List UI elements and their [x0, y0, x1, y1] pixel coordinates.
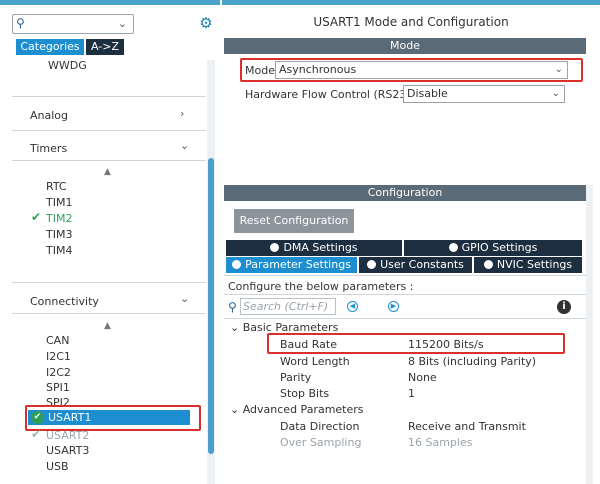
tab-a-to-z[interactable]: A->Z [86, 39, 124, 55]
search-previous-icon[interactable]: ◀ [347, 301, 358, 312]
tree-item-wwdg[interactable]: WWDG [48, 59, 87, 73]
tree-item-usb[interactable]: USB [46, 460, 69, 474]
param-name-data-direction: Data Direction [280, 420, 360, 433]
chevron-down-icon[interactable]: ⌄ [118, 17, 127, 30]
hw-flow-label: Hardware Flow Control (RS232) [245, 88, 418, 101]
tab-gpio-settings[interactable]: GPIO Settings [404, 240, 582, 256]
tree-item-can[interactable]: CAN [46, 334, 69, 348]
check-icon: ✔ [31, 427, 42, 441]
highlight-box-mode [240, 58, 583, 82]
param-value-over-sampling[interactable]: 16 Samples [408, 436, 472, 449]
status-dot-icon [270, 243, 280, 252]
param-value-parity[interactable]: None [408, 371, 437, 384]
tree-item-usart2[interactable]: USART2 [46, 429, 89, 443]
tab-categories[interactable]: Categories [16, 39, 84, 55]
highlight-box-baud-rate [267, 333, 565, 354]
tab-label: NVIC Settings [496, 258, 573, 271]
chevron-down-icon[interactable]: ⌄ [180, 139, 189, 152]
search-combobox[interactable]: ⚲ ⌄ [12, 14, 134, 34]
sort-icon[interactable]: ▲ [104, 167, 111, 177]
param-name-stop-bits: Stop Bits [280, 387, 330, 400]
status-dot-icon [232, 260, 242, 269]
divider [12, 282, 206, 283]
tree-item-tim3[interactable]: TIM3 [46, 228, 72, 242]
tab-user-constants[interactable]: User Constants [359, 257, 472, 273]
hw-flow-select[interactable]: Disable ⌄ [403, 85, 565, 103]
param-value-data-direction[interactable]: Receive and Transmit [408, 420, 526, 433]
tab-label: User Constants [380, 258, 464, 271]
hw-flow-value: Disable [407, 87, 448, 100]
mode-section-header: Mode [224, 38, 586, 54]
right-scrollbar-track[interactable] [586, 185, 593, 484]
param-name-parity: Parity [280, 371, 312, 384]
parameter-search-input[interactable]: Search (Ctrl+F) [240, 298, 336, 315]
chevron-down-icon[interactable]: ⌄ [552, 86, 560, 102]
chevron-down-icon[interactable]: ⌄ [180, 292, 189, 305]
configuration-section-header: Configuration [224, 185, 586, 201]
chevron-down-icon: ⌄ [230, 403, 240, 416]
tab-dma-settings[interactable]: DMA Settings [226, 240, 402, 256]
tab-nvic-settings[interactable]: NVIC Settings [474, 257, 582, 273]
divider [12, 130, 206, 131]
divider [224, 294, 586, 295]
tab-label: DMA Settings [283, 241, 358, 254]
search-next-icon[interactable]: ▶ [388, 301, 399, 312]
tab-label: GPIO Settings [461, 241, 538, 254]
chevron-down-icon: ⌄ [230, 321, 240, 334]
tree-item-tim2[interactable]: TIM2 [46, 212, 72, 226]
chevron-right-icon[interactable]: › [180, 107, 184, 120]
check-icon: ✔ [31, 210, 42, 224]
tree-item-usart3[interactable]: USART3 [46, 444, 89, 458]
search-icon: ⚲ [16, 16, 25, 30]
left-scrollbar-thumb[interactable] [208, 158, 214, 454]
tree-item-spi1[interactable]: SPI1 [46, 381, 70, 395]
divider [224, 318, 586, 319]
gear-icon[interactable]: ⚙ [198, 15, 214, 31]
status-dot-icon [367, 260, 377, 269]
divider [12, 313, 206, 314]
divider [224, 275, 586, 276]
page-title: USART1 Mode and Configuration [313, 15, 509, 29]
divider [12, 96, 206, 97]
tree-item-i2c2[interactable]: I2C2 [46, 366, 71, 380]
category-connectivity[interactable]: Connectivity [30, 295, 99, 308]
tree-item-tim4[interactable]: TIM4 [46, 244, 72, 258]
configure-instructions: Configure the below parameters : [228, 280, 414, 293]
param-name-word-length: Word Length [280, 355, 350, 368]
tab-label: Parameter Settings [245, 258, 351, 271]
category-analog[interactable]: Analog [30, 109, 68, 122]
divider [12, 160, 206, 161]
param-value-word-length[interactable]: 8 Bits (including Parity) [408, 355, 536, 368]
category-timers[interactable]: Timers [30, 142, 67, 155]
reset-configuration-button[interactable]: Reset Configuration [234, 209, 354, 233]
tree-item-rtc[interactable]: RTC [46, 180, 67, 194]
tab-parameter-settings[interactable]: Parameter Settings [226, 257, 357, 273]
search-icon: ⚲ [228, 300, 237, 314]
group-advanced-parameters[interactable]: ⌄ Advanced Parameters [230, 403, 364, 416]
tree-item-i2c1[interactable]: I2C1 [46, 350, 71, 364]
sort-icon[interactable]: ▲ [104, 321, 111, 331]
right-panel-top-bar [222, 0, 600, 5]
param-name-over-sampling: Over Sampling [280, 436, 362, 449]
status-dot-icon [483, 260, 493, 269]
highlight-box-usart1 [25, 405, 201, 431]
info-icon[interactable]: i [557, 300, 571, 314]
status-dot-icon [448, 243, 458, 252]
param-value-stop-bits[interactable]: 1 [408, 387, 415, 400]
tree-item-tim1[interactable]: TIM1 [46, 196, 72, 210]
group-label: Advanced Parameters [242, 403, 364, 416]
left-panel-top-bar [0, 0, 220, 5]
